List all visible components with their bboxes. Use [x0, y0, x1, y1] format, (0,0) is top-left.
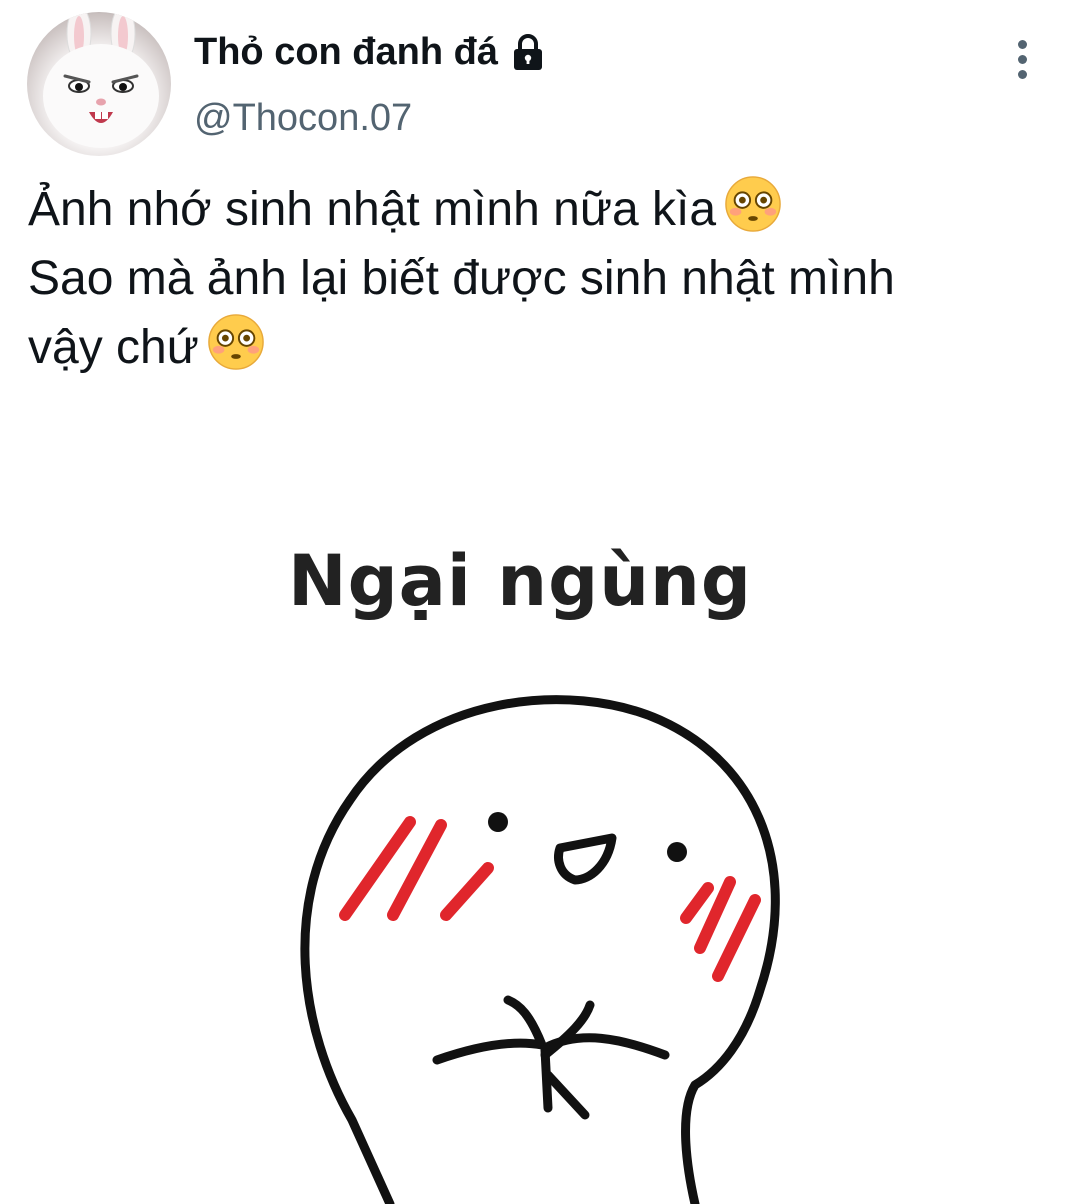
tweet-text-line-1-content: Ảnh nhớ sinh nhật mình nữa kìa [28, 183, 717, 236]
tweet-text-line-3: vậy chứ [28, 313, 1058, 382]
tweet-text-line-2: Sao mà ảnh lại biết được sinh nhật mình [28, 252, 895, 305]
tweet-text-line-1: Ảnh nhớ sinh nhật mình nữa kìa [28, 175, 1058, 244]
author-avatar[interactable] [27, 12, 171, 156]
author-handle[interactable]: @Thocon.07 [194, 96, 412, 140]
more-vertical-icon-dot [1017, 69, 1027, 79]
author-display-name: Thỏ con đanh đá [194, 31, 498, 73]
more-vertical-icon-dot [1017, 54, 1027, 64]
flushed-face-emoji-icon [725, 176, 781, 232]
more-options-button[interactable] [1000, 34, 1044, 84]
more-vertical-icon [1017, 39, 1027, 49]
tweet-text-line-3-content: vậy chứ [28, 321, 199, 374]
tweet-text: Ảnh nhớ sinh nhật mình nữa kìa Sao mà ản… [28, 175, 1058, 382]
lock-icon [513, 34, 542, 70]
author-name[interactable]: Thỏ con đanh đá [194, 30, 548, 74]
flushed-face-emoji-icon [208, 314, 264, 370]
shy-blushing-character-icon [300, 695, 780, 1204]
tweet-header: Thỏ con đanh đá @Thocon.07 [0, 0, 1080, 160]
tweet-media-image[interactable]: Ngại ngùng [0, 470, 1080, 1204]
rabbit-avatar-icon [43, 12, 159, 148]
